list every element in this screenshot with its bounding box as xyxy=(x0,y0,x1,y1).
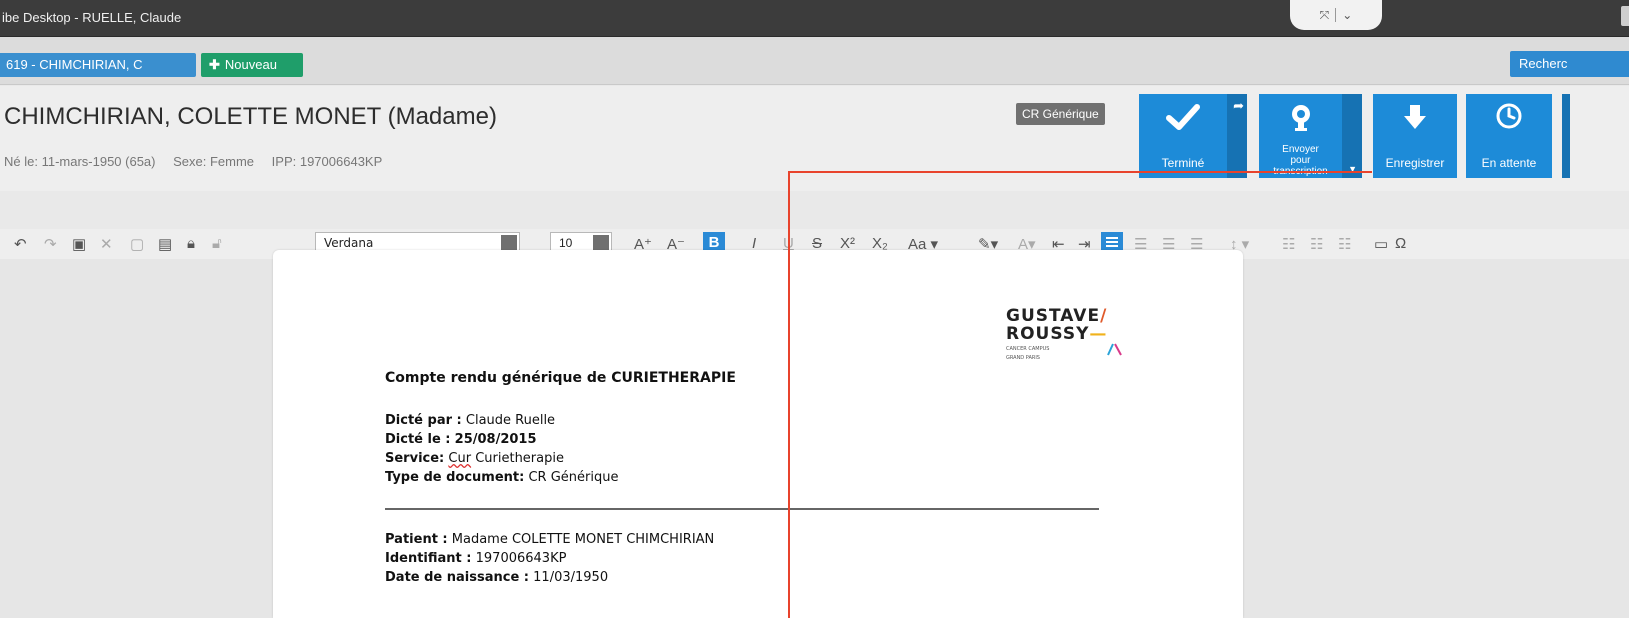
dicte-le-value: 25/08/2015 xyxy=(454,432,537,447)
patient-sex: Sexe: Femme xyxy=(173,154,255,169)
logo-sub-2: GRAND PARIS xyxy=(1006,355,1040,361)
patient-header: CHIMCHIRIAN, COLETTE MONET (Madame) Né l… xyxy=(0,86,1629,191)
search-button[interactable]: Recherc xyxy=(1510,51,1629,77)
naissance-line: Date de naissance : 11/03/1950 xyxy=(385,570,608,585)
window-button[interactable] xyxy=(1621,6,1629,26)
more-actions-button[interactable] xyxy=(1562,94,1570,178)
birth-date: Né le: 11-mars-1950 (65a) xyxy=(4,154,156,169)
new-tab-button[interactable]: ✚ Nouveau xyxy=(201,53,303,77)
tab-patient[interactable]: 619 - CHIMCHIRIAN, C xyxy=(0,53,196,77)
checkmark-icon xyxy=(1139,102,1227,132)
identifiant-line: Identifiant : 197006643KP xyxy=(385,551,566,566)
logo-line-2: ROUSSY xyxy=(1006,324,1090,344)
patient-value: Madame COLETTE MONET CHIMCHIRIAN xyxy=(451,532,715,547)
annotation-line-vertical xyxy=(788,172,790,618)
unlock-icon[interactable]: 🔓︎ xyxy=(212,235,222,252)
window-controls[interactable]: ⤧ ⌄ xyxy=(1290,0,1382,30)
patient-line: Patient : Madame COLETTE MONET CHIMCHIRI… xyxy=(385,532,714,547)
window-title: ibe Desktop - RUELLE, Claude xyxy=(2,10,182,25)
logo-line-1: GUSTAVE xyxy=(1006,306,1101,326)
service-value: Curietherapie xyxy=(475,451,564,466)
resize-icon[interactable]: ⤧ xyxy=(1320,8,1330,23)
font-size-value: 10 xyxy=(559,236,573,250)
document-page[interactable]: GUSTAVE/ ROUSSY— CANCER CAMPUS GRAND PAR… xyxy=(273,250,1243,618)
download-arrow-icon xyxy=(1373,102,1457,132)
termine-label: Terminé xyxy=(1161,156,1205,170)
insert-field-icon[interactable]: ▭ xyxy=(1374,235,1388,253)
attente-label: En attente xyxy=(1481,156,1537,170)
gustave-roussy-logo: GUSTAVE/ ROUSSY— CANCER CAMPUS GRAND PAR… xyxy=(1006,306,1122,361)
patient-ipp: IPP: 197006643KP xyxy=(271,154,383,169)
font-family-value: Verdana xyxy=(324,236,374,250)
divider xyxy=(385,508,1099,510)
share-arrow-icon[interactable]: ➦ xyxy=(1233,98,1244,114)
paste-special-icon[interactable]: ▤ xyxy=(158,235,172,253)
chevron-down-icon[interactable]: ⌄ xyxy=(1342,8,1352,22)
type-label: Type de document: xyxy=(385,470,525,485)
envoyer-transcription-button[interactable]: Envoyer pour transcription ▼ xyxy=(1259,94,1362,178)
envoyer-label-1: Envoyer xyxy=(1282,144,1319,155)
new-tab-label: Nouveau xyxy=(224,57,277,72)
omega-symbol-icon[interactable]: Ω xyxy=(1395,235,1406,252)
enregistrer-button[interactable]: Enregistrer xyxy=(1373,94,1457,178)
identifiant-label: Identifiant : xyxy=(385,551,472,566)
dicte-le-line: Dicté le : 25/08/2015 xyxy=(385,432,537,447)
dicte-le-label: Dicté le : xyxy=(385,432,451,447)
termine-button[interactable]: ➦ Terminé xyxy=(1139,94,1247,178)
redo-icon[interactable]: ↷ xyxy=(44,235,57,253)
patient-info: Né le: 11-mars-1950 (65a) Sexe: Femme IP… xyxy=(4,154,396,169)
type-line: Type de document: CR Générique xyxy=(385,470,618,485)
document-title: Compte rendu générique de CURIETHERAPIE xyxy=(385,370,736,386)
cut-icon[interactable]: ✕ xyxy=(100,235,113,253)
paste-icon[interactable]: ▣ xyxy=(72,235,86,253)
service-label: Service: xyxy=(385,451,445,466)
copy-icon[interactable]: ▢ xyxy=(130,235,144,253)
service-code: Cur xyxy=(448,451,472,466)
patient-name: CHIMCHIRIAN, COLETTE MONET (Madame) xyxy=(4,103,497,130)
type-value: CR Générique xyxy=(528,470,619,485)
tab-bar: 619 - CHIMCHIRIAN, C ✚ Nouveau Recherc xyxy=(0,37,1629,85)
headset-icon xyxy=(1259,102,1342,132)
bullet-list-icon[interactable]: ☷ xyxy=(1282,235,1295,253)
naissance-value: 11/03/1950 xyxy=(533,570,609,585)
dicte-par-label: Dicté par : xyxy=(385,413,462,428)
undo-icon[interactable]: ↶ xyxy=(14,235,27,253)
title-bar: ibe Desktop - RUELLE, Claude ⤧ ⌄ xyxy=(0,0,1629,37)
patient-label: Patient : xyxy=(385,532,448,547)
dicte-par-value: Claude Ruelle xyxy=(465,413,556,428)
document-type-badge[interactable]: CR Générique xyxy=(1016,103,1105,125)
en-attente-button[interactable]: En attente xyxy=(1466,94,1552,178)
dicte-par-line: Dicté par : Claude Ruelle xyxy=(385,413,555,428)
naissance-label: Date de naissance : xyxy=(385,570,530,585)
envoyer-label-2: pour xyxy=(1290,155,1311,166)
clock-icon xyxy=(1466,102,1552,130)
lock-icon[interactable]: 🔒︎ xyxy=(187,235,195,252)
enregistrer-label: Enregistrer xyxy=(1385,156,1445,170)
annotation-line-horizontal xyxy=(788,171,1372,173)
service-line: Service: Cur Curietherapie xyxy=(385,451,564,466)
plus-icon: ✚ xyxy=(209,57,220,72)
numbered-list-icon[interactable]: ☷ xyxy=(1310,235,1323,253)
identifiant-value: 197006643KP xyxy=(475,551,567,566)
logo-sub: CANCER CAMPUS xyxy=(1006,346,1050,352)
multilevel-list-icon[interactable]: ☷ xyxy=(1338,235,1351,253)
